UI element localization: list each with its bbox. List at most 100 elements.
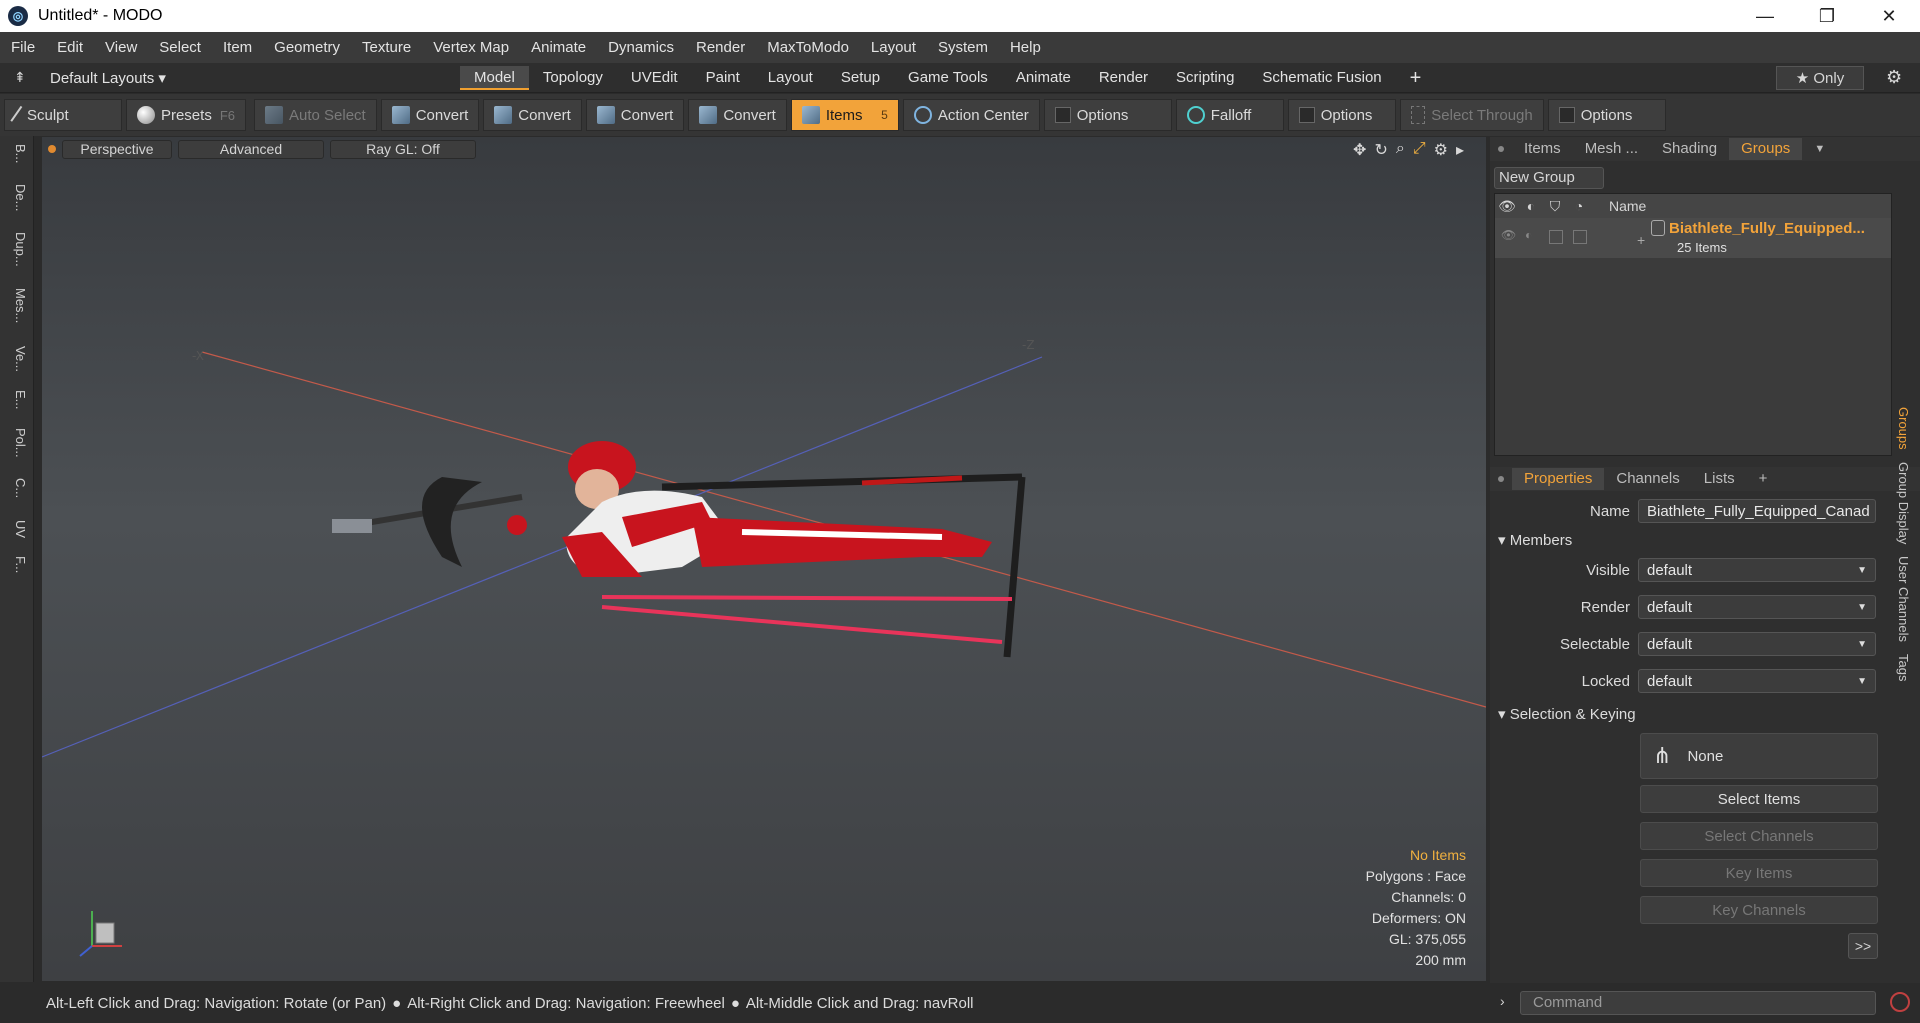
name-field[interactable]: Biathlete_Fully_Equipped_Canad [1638,499,1876,523]
left-tab-pol[interactable]: Pol... [6,428,28,458]
sculpt-button[interactable]: Sculpt [4,99,122,131]
key-channels-button[interactable]: Key Channels [1640,896,1878,924]
gear-icon[interactable]: ⚙ [1886,67,1902,88]
side-tab-group-display[interactable]: Group Display [1896,462,1911,544]
tab-topology[interactable]: Topology [529,66,617,90]
action-center-button[interactable]: Action Center [902,99,1040,131]
auto-select-button[interactable]: Auto Select [254,99,377,131]
menu-vertex-map[interactable]: Vertex Map [422,39,520,56]
options-button-1[interactable]: Options [1043,99,1172,131]
members-section[interactable]: ▾ Members [1498,531,1572,549]
tab-setup[interactable]: Setup [827,66,894,90]
menu-system[interactable]: System [927,39,999,56]
tab-channels[interactable]: Channels [1604,468,1691,490]
menu-geometry[interactable]: Geometry [263,39,351,56]
group-row[interactable]: 👁 ◐ + Biathlete_Fully_Equipped... 25 Ite… [1495,218,1891,258]
tab-uvedit[interactable]: UVEdit [617,66,692,90]
expand-plus-icon[interactable]: + [1637,232,1645,248]
row-eye-icon[interactable]: 👁 [1501,228,1516,242]
convert-button-1[interactable]: Convert [380,99,480,131]
tab-groups[interactable]: Groups [1729,138,1803,160]
select-items-button[interactable]: Select Items [1640,785,1878,813]
tab-schematic-fusion[interactable]: Schematic Fusion [1248,66,1395,90]
row-lock-checkbox[interactable] [1549,230,1563,244]
lock-icon[interactable]: ⛉ [1543,198,1567,215]
menu-animate[interactable]: Animate [520,39,597,56]
menu-texture[interactable]: Texture [351,39,422,56]
presets-button[interactable]: Presets F6 [126,99,246,131]
menu-help[interactable]: Help [999,39,1052,56]
key-items-button[interactable]: Key Items [1640,859,1878,887]
tab-game-tools[interactable]: Game Tools [894,66,1002,90]
tabs-dropdown-icon[interactable]: ▼ [1802,138,1837,160]
row-select-checkbox[interactable] [1573,230,1587,244]
convert-button-3[interactable]: Convert [585,99,685,131]
left-tab-ve[interactable]: Ve... [6,346,28,372]
render-icon[interactable]: ◐ [1519,198,1543,214]
options-button-2[interactable]: Options [1287,99,1396,131]
row-render-icon[interactable]: ◐ [1525,228,1532,242]
collapse-arrow-icon[interactable]: ⇞ [14,69,26,86]
menu-render[interactable]: Render [685,39,756,56]
restore-button[interactable]: ❐ [1796,0,1858,32]
tab-properties[interactable]: Properties [1512,468,1605,490]
tab-mesh[interactable]: Mesh ... [1573,138,1650,160]
left-tab-mes[interactable]: Mes... [6,288,28,323]
tab-scripting[interactable]: Scripting [1162,66,1248,90]
menu-select[interactable]: Select [148,39,212,56]
none-button[interactable]: ⋔ None [1640,733,1878,779]
menu-view[interactable]: View [94,39,148,56]
menu-item[interactable]: Item [212,39,263,56]
minimize-button[interactable]: — [1734,0,1796,32]
side-tab-user-channels[interactable]: User Channels [1896,556,1911,642]
add-tab-button[interactable]: + [1396,66,1436,90]
left-tab-b[interactable]: B... [6,144,28,164]
side-tab-groups[interactable]: Groups [1896,407,1911,450]
falloff-button[interactable]: Falloff [1175,99,1284,131]
tab-model[interactable]: Model [460,66,529,90]
tab-shading[interactable]: Shading [1650,138,1729,160]
command-input[interactable]: Command [1520,991,1876,1015]
left-tab-e[interactable]: E... [6,390,28,410]
menu-dynamics[interactable]: Dynamics [597,39,685,56]
tab-render[interactable]: Render [1085,66,1162,90]
record-icon[interactable] [1890,992,1910,1012]
new-group-button[interactable]: New Group [1494,167,1604,189]
close-button[interactable]: ✕ [1858,0,1920,32]
convert-button-2[interactable]: Convert [483,99,582,131]
left-tab-uv[interactable]: UV [6,520,28,538]
locked-dropdown[interactable]: default [1638,669,1876,693]
left-tab-c[interactable]: C... [6,478,28,498]
tab-layout[interactable]: Layout [754,66,827,90]
tab-items[interactable]: Items [1512,138,1573,160]
tab-animate[interactable]: Animate [1002,66,1085,90]
visibility-eye-icon[interactable]: 👁 [1495,198,1519,215]
tab-lists[interactable]: Lists [1692,468,1747,490]
3d-viewport[interactable]: Perspective Advanced Ray GL: Off ✥ ↻ ⌕ ⤢… [42,137,1486,981]
only-button[interactable]: ★ Only [1776,66,1864,90]
left-tab-de[interactable]: De... [6,184,28,211]
selection-keying-section[interactable]: ▾ Selection & Keying [1498,705,1636,723]
render-dropdown[interactable]: default [1638,595,1876,619]
command-expand-icon[interactable]: › [1500,993,1505,1009]
menu-edit[interactable]: Edit [46,39,94,56]
menu-file[interactable]: File [0,39,46,56]
options-button-3[interactable]: Options [1547,99,1666,131]
tab-paint[interactable]: Paint [692,66,754,90]
menu-maxtomodo[interactable]: MaxToModo [756,39,860,56]
visible-dropdown[interactable]: default [1638,558,1876,582]
items-mode-button[interactable]: Items 5 [790,99,899,131]
selectable-dropdown[interactable]: default [1638,632,1876,656]
select-through-button[interactable]: Select Through [1399,99,1544,131]
select-channels-button[interactable]: Select Channels [1640,822,1878,850]
channels-label: Channels: 0 [1391,889,1466,905]
add-tab-button[interactable]: + [1747,468,1780,490]
side-tab-tags[interactable]: Tags [1896,654,1911,681]
more-button[interactable]: >> [1848,933,1878,959]
convert-button-4[interactable]: Convert [688,99,787,131]
menu-layout[interactable]: Layout [860,39,927,56]
left-tab-dup[interactable]: Dup... [6,232,28,267]
left-tab-f[interactable]: F... [6,556,28,573]
layout-select[interactable]: Default Layouts ▾ [50,69,166,87]
selectable-icon[interactable]: ◔ [1567,198,1591,214]
